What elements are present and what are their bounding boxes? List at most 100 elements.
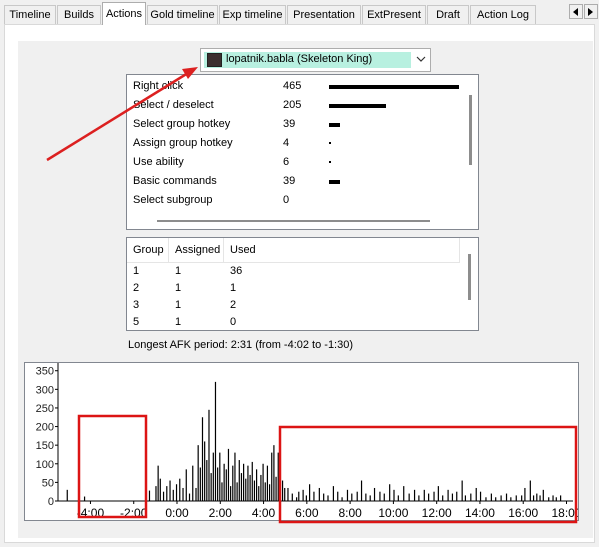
tab-presentation[interactable]: Presentation [287,5,361,24]
chart-bar [277,452,279,501]
groups-table-cell[interactable]: 1 [169,297,181,314]
chart-bar [442,495,444,501]
chart-bar [275,476,277,501]
chart-bar [505,493,508,501]
chart-bar [542,489,544,501]
groups-table-header: Group Assigned Used [127,238,461,263]
groups-table-cell[interactable]: 2 [127,280,139,297]
chart-bar [245,478,247,501]
chart-y-tick-label: 150 [36,440,54,452]
tab-extpresent[interactable]: ExtPresent [362,5,426,24]
chart-bar [552,495,554,501]
chart-bar [524,487,526,501]
actions-list[interactable]: Select subgroup 0 Basic commands 39 Use abil… [126,74,479,230]
chart-x-tick-label: 6:00 [295,506,319,520]
player-select-value: lopatnik.babla (Skeleton King) [226,53,373,65]
chart-bar [383,493,385,501]
chart-bar [206,460,208,501]
groups-table-cell[interactable]: 0 [224,314,236,330]
chart-bar [356,491,358,501]
tab-exp-timeline[interactable]: Exp timeline [219,5,286,24]
chart-bar [296,497,298,501]
action-row[interactable]: Select / deselect 205 [133,96,463,115]
chart-bar [240,473,243,501]
action-name: Select group hotkey [133,118,231,130]
groups-table-cell[interactable]: 2 [224,297,236,314]
hero-portrait-icon [207,53,222,67]
tab-draft[interactable]: Draft [427,5,469,24]
action-row[interactable]: Right click 465 [133,77,463,96]
chart-bar [208,409,210,501]
chart-bar [475,487,477,501]
groups-table-vertical-scrollbar[interactable] [460,238,478,330]
action-row[interactable]: Assign group hotkey 4 [133,134,463,153]
chart-y-tick-label: 0 [48,496,54,508]
chart-bar [495,497,497,501]
actions-list-vertical-scrollbar[interactable] [464,75,478,213]
chart-x-tick-label: -2:00 [120,506,148,520]
chart-bar [428,493,430,501]
chart-bar [262,463,264,501]
chart-bar [490,493,492,501]
chart-bar [212,452,214,501]
tab-timeline[interactable]: Timeline [4,5,56,24]
actions-list-horizontal-scrollbar[interactable] [127,213,464,229]
chart-bar [197,445,199,501]
chart-bar [287,487,289,501]
action-row[interactable]: Select subgroup 0 [133,191,463,210]
chevron-left-icon [573,7,578,16]
chart-bar [182,487,184,501]
chart-bar [192,465,194,501]
chart-bar [360,480,363,501]
chart-bar [223,463,225,501]
chart-bar [219,452,221,501]
groups-table-cell[interactable]: 1 [224,280,236,297]
groups-table-cell[interactable]: 5 [127,314,139,330]
chart-bar [253,480,256,501]
column-header-used[interactable]: Used [224,238,460,262]
chart-bar [397,495,399,501]
groups-table-cell[interactable]: 1 [169,280,181,297]
action-row[interactable]: Basic commands 39 [133,172,463,191]
tab-bar: Timeline Builds Actions Gold timeline Exp ti… [0,0,599,26]
chart-bar [249,474,251,501]
chart-bar [243,463,245,501]
groups-table-cell[interactable]: 36 [224,263,242,280]
action-row[interactable]: Use ability 6 [133,153,463,172]
chart-bar [271,452,273,501]
chart-bar [155,486,157,501]
chart-bar [148,490,151,501]
tab-actions[interactable]: Actions [102,2,146,25]
chart-bar [199,467,201,501]
chart-bar [238,460,240,501]
groups-table[interactable]: Group Assigned Used 1 1 36 2 1 1 3 1 2 5 1 0 [126,237,479,331]
column-header-assigned[interactable]: Assigned [169,238,224,262]
chart-bar [485,497,487,501]
chart-bar [560,495,562,501]
chart-bar [510,497,512,501]
action-row[interactable]: Select group hotkey 39 [133,115,463,134]
chart-bar [351,493,353,501]
groups-table-scroll-thumb[interactable] [468,254,471,300]
groups-table-cell[interactable]: 1 [127,263,139,280]
tab-gold-timeline[interactable]: Gold timeline [147,5,218,24]
chart-x-tick-label: 18:00 [551,506,578,520]
action-name: Basic commands [133,175,217,187]
chevron-down-icon[interactable] [416,54,426,64]
groups-table-cell[interactable]: 1 [169,263,181,280]
tab-action-log[interactable]: Action Log [470,5,536,24]
tab-builds[interactable]: Builds [57,5,101,24]
chart-x-tick-label: 0:00 [165,506,189,520]
chart-bar [291,493,293,501]
column-header-group[interactable]: Group [127,238,169,262]
actions-list-hscroll-thumb[interactable] [157,220,430,222]
groups-table-cell[interactable]: 3 [127,297,139,314]
chart-bar [232,465,234,501]
chart-bar [172,489,174,501]
action-bar [329,104,387,108]
tab-scroll-right-button[interactable] [584,4,598,19]
groups-table-cell[interactable]: 1 [169,314,181,330]
player-select-dropdown[interactable]: lopatnik.babla (Skeleton King) [200,48,431,72]
actions-list-scroll-thumb[interactable] [469,95,472,165]
tab-scroll-left-button[interactable] [569,4,583,19]
